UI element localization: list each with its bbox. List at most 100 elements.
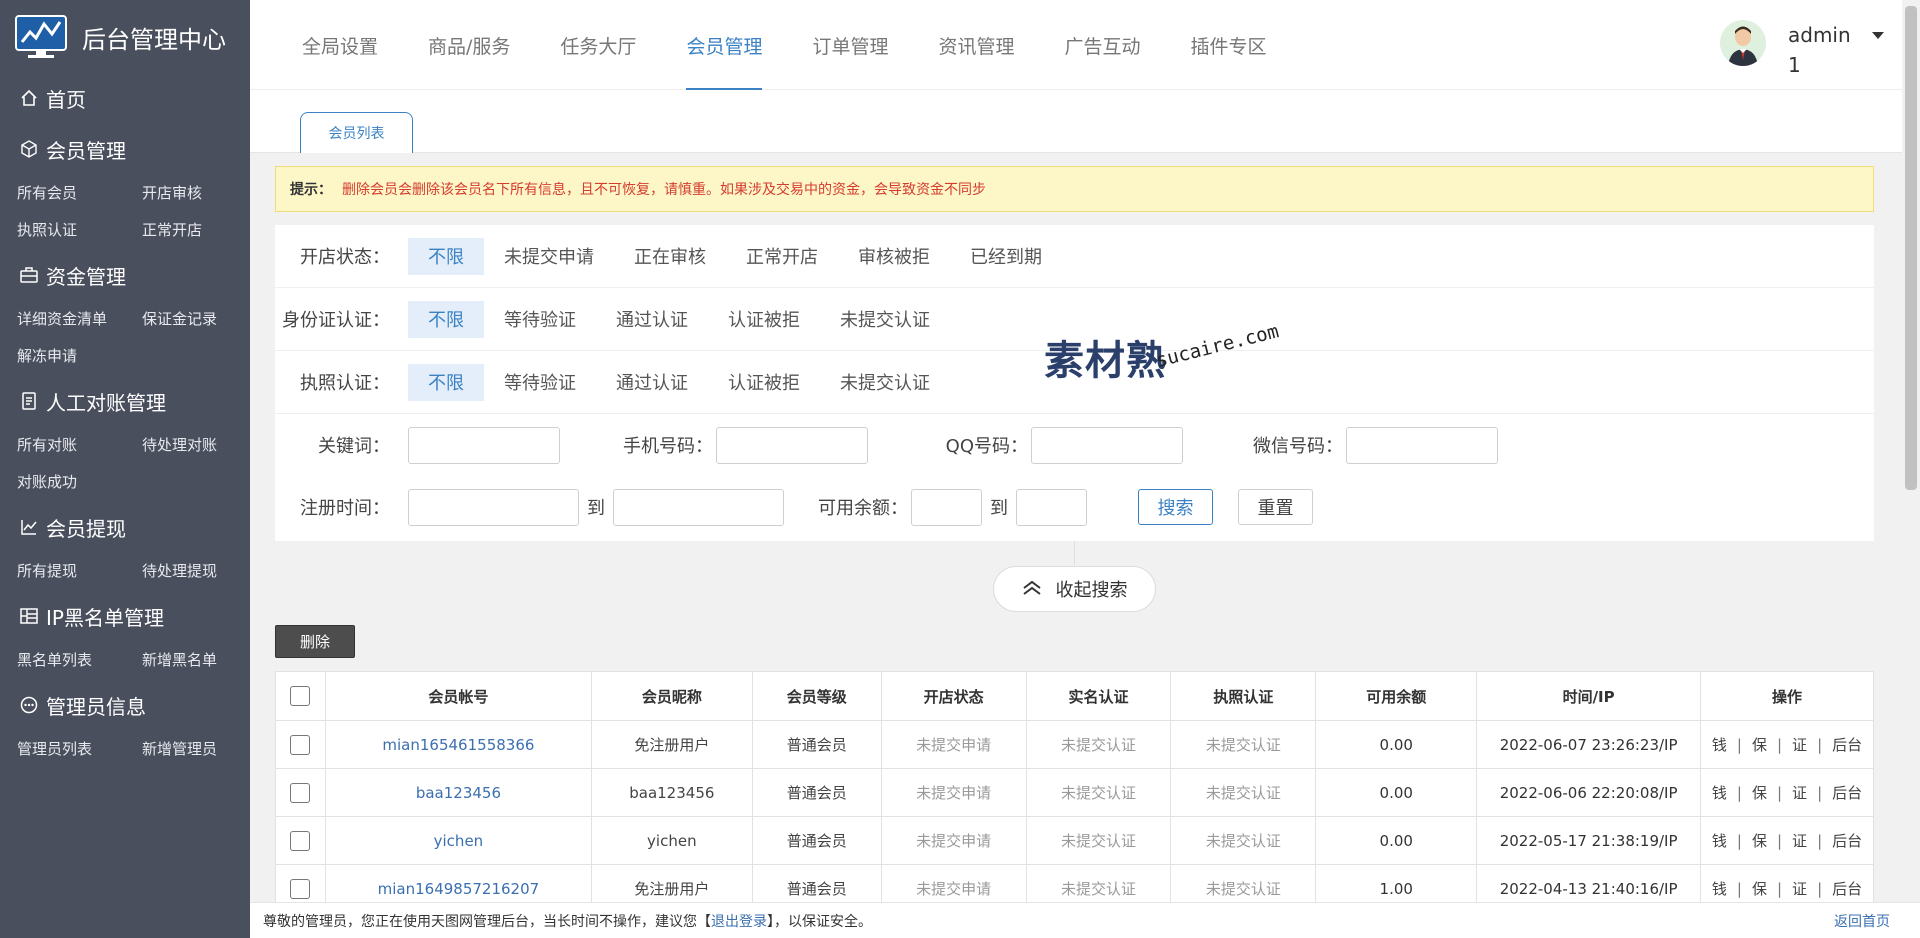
watermark: 素材熟 sucaire.com	[1044, 320, 1294, 394]
filter-option[interactable]: 审核被拒	[838, 238, 950, 275]
filter-option[interactable]: 认证被拒	[708, 364, 820, 401]
cell-account[interactable]: baa123456	[324, 768, 592, 817]
filter-option[interactable]: 通过认证	[596, 364, 708, 401]
filter-label: 执照认证：	[300, 373, 390, 394]
sidebar-item[interactable]: 正常开店	[142, 211, 267, 248]
sidebar-item[interactable]: 解冻申请	[17, 337, 142, 374]
tab-member-list[interactable]: 会员列表	[300, 112, 413, 153]
sidebar-item[interactable]: 保证金记录	[142, 300, 267, 337]
filter-option[interactable]: 等待验证	[484, 364, 596, 401]
filter-option[interactable]: 正在审核	[614, 238, 726, 275]
logout-link[interactable]: 退出登录	[711, 911, 767, 931]
sidebar-item[interactable]: 新增管理员	[142, 730, 267, 767]
row-action-link[interactable]: 保	[1752, 832, 1767, 850]
qq-input[interactable]	[1031, 426, 1183, 464]
cell-account[interactable]: mian165461558366	[324, 720, 592, 769]
top-nav-item[interactable]: 会员管理	[686, 0, 763, 90]
sidebar-item[interactable]: 执照认证	[17, 211, 142, 248]
filter-option[interactable]: 不限	[408, 363, 484, 401]
page-scrollbar[interactable]	[1902, 0, 1920, 902]
filter-option[interactable]: 不限	[408, 300, 484, 338]
sidebar-item[interactable]: 待处理提现	[142, 552, 267, 589]
row-select-cell	[275, 720, 326, 769]
cell-account[interactable]: yichen	[324, 816, 592, 865]
table-header-row: 会员帐号 会员昵称 会员等级 开店状态 实名认证 执照认证 可用余额 时间/IP…	[275, 671, 1874, 721]
sidebar-group-title[interactable]: 会员管理	[0, 124, 250, 174]
delete-button[interactable]: 删除	[275, 625, 355, 658]
top-nav-item[interactable]: 资讯管理	[938, 0, 1014, 90]
row-action-link[interactable]: 证	[1792, 736, 1807, 754]
sidebar-group-title[interactable]: IP黑名单管理	[0, 591, 250, 641]
sidebar-group-title[interactable]: 资金管理	[0, 250, 250, 300]
filter-option[interactable]: 未提交申请	[484, 238, 614, 275]
row-action-link[interactable]: 后台	[1832, 880, 1862, 898]
select-all-checkbox[interactable]	[290, 686, 311, 706]
keyword-input[interactable]	[408, 426, 560, 464]
filter-option[interactable]: 不限	[408, 237, 484, 275]
filter-option[interactable]: 等待验证	[484, 301, 596, 338]
brand[interactable]: 后台管理中心	[0, 0, 250, 74]
sidebar-item[interactable]: 待处理对账	[142, 426, 267, 463]
search-button[interactable]: 搜索	[1138, 489, 1213, 525]
row-checkbox[interactable]	[290, 782, 311, 803]
filter-option[interactable]: 正常开店	[726, 238, 838, 275]
filter-option[interactable]: 认证被拒	[708, 301, 820, 338]
sidebar-item[interactable]: 开店审核	[142, 174, 267, 211]
sidebar-item[interactable]: 管理员列表	[17, 730, 142, 767]
row-action-link[interactable]: 证	[1792, 784, 1807, 802]
sidebar-item[interactable]: 对账成功	[17, 463, 142, 500]
row-action-link[interactable]: 保	[1752, 736, 1767, 754]
phone-input[interactable]	[716, 426, 868, 464]
row-action-link[interactable]: 钱	[1712, 736, 1727, 754]
sidebar-group-title[interactable]: 会员提现	[0, 502, 250, 552]
row-action-link[interactable]: 后台	[1832, 832, 1862, 850]
avatar[interactable]	[1720, 20, 1766, 66]
sidebar-item[interactable]: 详细资金清单	[17, 300, 142, 337]
sidebar-item[interactable]: 新增黑名单	[142, 641, 267, 678]
collapse-search-button[interactable]: 收起搜索	[993, 566, 1156, 612]
back-home-link[interactable]: 返回首页	[1834, 911, 1890, 931]
username[interactable]: admin 1	[1788, 20, 1858, 80]
watermark-cn: 素材熟	[1044, 338, 1167, 384]
filter-option[interactable]: 未提交认证	[820, 364, 950, 401]
sidebar-item[interactable]: 所有对账	[17, 426, 142, 463]
row-action-link[interactable]: 证	[1792, 832, 1807, 850]
row-action-link[interactable]: 保	[1752, 784, 1767, 802]
filter-option[interactable]: 已经到期	[950, 238, 1062, 275]
balance-min-input[interactable]	[911, 488, 982, 526]
wechat-input[interactable]	[1346, 426, 1498, 464]
row-action-link[interactable]: 证	[1792, 880, 1807, 898]
sidebar-item[interactable]: 黑名单列表	[17, 641, 142, 678]
row-action-link[interactable]: 保	[1752, 880, 1767, 898]
sidebar-group-title[interactable]: 人工对账管理	[0, 376, 250, 426]
row-action-link[interactable]: 后台	[1832, 736, 1862, 754]
filter-option[interactable]: 通过认证	[596, 301, 708, 338]
row-checkbox[interactable]	[290, 830, 311, 851]
row-action-link[interactable]: 后台	[1832, 784, 1862, 802]
row-checkbox[interactable]	[290, 878, 311, 899]
caret-down-icon[interactable]	[1872, 32, 1884, 39]
row-action-link[interactable]: 钱	[1712, 832, 1727, 850]
user-menu[interactable]: admin 1	[1720, 20, 1884, 80]
cell-shop-status: 未提交申请	[880, 768, 1027, 817]
balance-max-input[interactable]	[1016, 488, 1087, 526]
top-nav-item[interactable]: 插件专区	[1191, 0, 1267, 90]
filter-option[interactable]: 未提交认证	[820, 301, 950, 338]
regtime-start-input[interactable]	[408, 488, 579, 526]
regtime-end-input[interactable]	[613, 488, 784, 526]
qq-label: QQ号码：	[945, 436, 1028, 457]
scrollbar-thumb[interactable]	[1905, 6, 1917, 490]
row-checkbox[interactable]	[290, 734, 311, 755]
top-nav-item[interactable]: 全局设置	[302, 0, 378, 90]
sidebar-group-title[interactable]: 管理员信息	[0, 680, 250, 730]
sidebar-item[interactable]: 所有会员	[17, 174, 142, 211]
row-action-link[interactable]: 钱	[1712, 880, 1727, 898]
sidebar-home[interactable]: 首页	[0, 74, 250, 122]
row-action-link[interactable]: 钱	[1712, 784, 1727, 802]
top-nav-item[interactable]: 订单管理	[812, 0, 888, 90]
top-nav-item[interactable]: 商品/服务	[428, 0, 510, 90]
top-nav-item[interactable]: 任务大厅	[560, 0, 636, 90]
reset-button[interactable]: 重置	[1238, 489, 1313, 525]
sidebar-item[interactable]: 所有提现	[17, 552, 142, 589]
top-nav-item[interactable]: 广告互动	[1064, 0, 1140, 90]
